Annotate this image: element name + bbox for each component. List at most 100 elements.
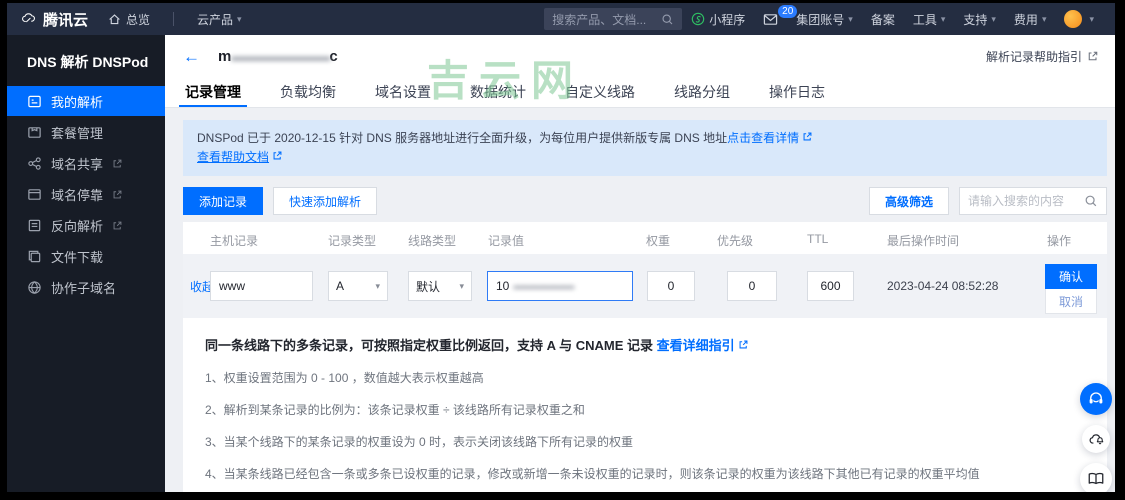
cancel-button[interactable]: 取消 <box>1045 289 1097 314</box>
external-link-icon <box>113 190 122 198</box>
share-icon <box>28 156 41 170</box>
cloud-bell-icon <box>1089 433 1103 444</box>
nav-messages[interactable]: 20 <box>754 4 798 27</box>
priority-input[interactable] <box>727 271 777 301</box>
nav-account[interactable]: ▾ <box>1055 10 1103 28</box>
sidebar-item-domain-sharing[interactable]: 域名共享 <box>7 148 165 178</box>
nav-tools[interactable]: 工具 ▾ <box>904 11 955 28</box>
tab-load-balancing[interactable]: 负载均衡 <box>280 77 336 107</box>
sidebar-item-plan-management[interactable]: 套餐管理 <box>7 117 165 147</box>
external-link-icon <box>113 221 122 229</box>
home-icon <box>109 13 120 24</box>
masked-record-value: ▬▬▬▬▬▬ <box>513 280 574 292</box>
banner-text: DNSPod 已于 2020-12-15 针对 DNS 服务器地址进行全面升级，… <box>197 131 728 145</box>
note-item-4: 4、当某条线路已经包含一条或多条已设权重的记录，修改或新增一条未设权重的记录时，… <box>205 467 980 481</box>
tab-record-management[interactable]: 记录管理 <box>179 77 247 107</box>
brand-label: 腾讯云 <box>43 11 89 29</box>
docs-fab[interactable] <box>1080 463 1112 492</box>
notes-title: 同一条线路下的多条记录，可按照指定权重比例返回，支持 A 与 CNAME 记录 … <box>205 335 1087 354</box>
sidebar-item-my-resolution[interactable]: 我的解析 <box>7 86 165 116</box>
nav-search-placeholder: 搜索产品、文档... <box>552 12 647 27</box>
support-fab[interactable] <box>1080 383 1112 415</box>
browser-window-icon <box>28 188 41 200</box>
col-priority: 优先级 <box>717 234 754 248</box>
sidebar-title: DNS 解析 DNSPod <box>27 54 149 70</box>
banner-help-doc-link[interactable]: 查看帮助文档 <box>197 150 269 164</box>
note-item-3: 3、当某个线路下的某条记录的权重设为 0 时，表示关闭该线路下所有记录的权重 <box>205 435 634 449</box>
notifications-fab[interactable] <box>1082 425 1110 453</box>
external-link-icon <box>739 340 748 349</box>
banner-detail-link[interactable]: 点击查看详情 <box>727 131 799 145</box>
upgrade-notice-banner: DNSPod 已于 2020-12-15 针对 DNS 服务器地址进行全面升级，… <box>183 120 1107 176</box>
open-book-icon <box>1088 472 1104 485</box>
chevron-down-icon: ▾ <box>459 280 464 291</box>
tab-operation-logs[interactable]: 操作日志 <box>769 77 825 107</box>
add-record-button[interactable]: 添加记录 <box>183 187 264 215</box>
record-type-select[interactable]: A ▾ <box>328 271 388 301</box>
external-link-icon <box>273 151 282 160</box>
note-item-1: 1、权重设置范围为 0 - 100 ，数值越大表示权重越高 <box>205 371 484 385</box>
mini-program-icon <box>691 12 705 26</box>
nav-group-account[interactable]: 集团账号 ▾ <box>787 11 862 28</box>
content-area: DNSPod 已于 2020-12-15 针对 DNS 服务器地址进行全面升级，… <box>165 109 1115 492</box>
nav-products[interactable]: 云产品 ▾ <box>188 11 251 28</box>
sidebar-item-reverse-resolution[interactable]: 反向解析 <box>7 210 165 240</box>
weight-input[interactable] <box>647 271 695 301</box>
sidebar-item-collaborative-subdomain[interactable]: 协作子域名 <box>7 272 165 302</box>
record-help-link[interactable]: 解析记录帮助指引 <box>986 48 1099 65</box>
advanced-filter-button[interactable]: 高级筛选 <box>868 187 949 215</box>
note-item-2: 2、解析到某条记录的比例为：该条记录权重 ÷ 该线路所有记录权重之和 <box>205 403 585 417</box>
copy-files-icon <box>28 250 41 262</box>
weight-notes: 同一条线路下的多条记录，可按照指定权重比例返回，支持 A 与 CNAME 记录 … <box>183 318 1107 492</box>
external-link-icon <box>113 159 122 167</box>
confirm-button[interactable]: 确认 <box>1045 264 1097 289</box>
nav-divider <box>173 12 175 26</box>
col-value: 记录值 <box>488 234 525 248</box>
search-icon <box>662 13 673 24</box>
tab-custom-lines[interactable]: 自定义线路 <box>565 77 635 107</box>
line-type-select[interactable]: 默认 ▾ <box>408 271 472 301</box>
sidebar-item-domain-parking[interactable]: 域名停靠 <box>7 179 165 209</box>
sidebar-item-file-download[interactable]: 文件下载 <box>7 241 165 271</box>
document-icon <box>28 219 41 231</box>
tencent-cloud-logo[interactable]: 腾讯云 <box>21 7 88 31</box>
external-link-icon <box>804 132 812 141</box>
tab-data-statistics[interactable]: 数据统计 <box>470 77 526 107</box>
tab-domain-settings[interactable]: 域名设置 <box>375 77 431 107</box>
monitor-icon <box>28 95 41 107</box>
tab-line-groups[interactable]: 线路分组 <box>674 77 730 107</box>
tab-bar: 记录管理 负载均衡 域名设置 数据统计 自定义线路 线路分组 操作日志 <box>165 77 1115 108</box>
nav-overview[interactable]: 总览 <box>98 11 159 28</box>
package-icon <box>28 126 41 138</box>
col-weight: 权重 <box>646 234 671 248</box>
col-line: 线路类型 <box>408 234 457 248</box>
detail-guide-link[interactable]: 查看详细指引 <box>657 338 735 353</box>
domain-title: m ▬▬▬▬▬▬▬ c <box>218 47 338 65</box>
chevron-down-icon: ▾ <box>237 13 242 24</box>
record-value-input[interactable]: 10 ▬▬▬▬▬▬ <box>487 271 633 301</box>
record-toolbar: 添加记录 快速添加解析 高级筛选 <box>183 187 1107 215</box>
chevron-down-icon: ▾ <box>848 13 853 24</box>
table-header-row: 主机记录 记录类型 线路类型 记录值 权重 优先级 TTL 最后操作时间 操作 <box>183 222 1107 254</box>
chevron-down-icon: ▾ <box>375 280 380 291</box>
mail-badge: 20 <box>778 4 798 18</box>
chevron-down-icon: ▾ <box>1041 13 1047 24</box>
mail-icon <box>764 13 778 25</box>
record-search-input[interactable] <box>968 194 1084 208</box>
nav-support[interactable]: 支持 ▾ <box>954 11 1005 28</box>
external-link-icon <box>1088 51 1098 61</box>
nav-mini-program[interactable]: 小程序 <box>682 11 754 28</box>
back-arrow-icon[interactable]: ← <box>183 48 200 65</box>
globe-icon <box>28 280 41 294</box>
chevron-down-icon: ▾ <box>940 13 946 24</box>
host-record-input[interactable] <box>210 271 313 301</box>
col-host: 主机记录 <box>210 234 259 248</box>
records-table: 主机记录 记录类型 线路类型 记录值 权重 优先级 TTL 最后操作时间 操作 … <box>183 222 1107 492</box>
ttl-input[interactable] <box>807 271 854 301</box>
quick-add-button[interactable]: 快速添加解析 <box>273 187 378 215</box>
record-edit-row: 收起 A▾ 默认▾ 10▬▬▬▬▬▬ 2023-04-24 08:52:28 <box>183 254 1107 318</box>
nav-billing[interactable]: 费用 ▾ <box>1005 11 1056 28</box>
nav-search-box[interactable]: 搜索产品、文档... <box>544 8 683 30</box>
nav-icp[interactable]: 备案 <box>862 11 904 28</box>
avatar <box>1064 10 1083 28</box>
